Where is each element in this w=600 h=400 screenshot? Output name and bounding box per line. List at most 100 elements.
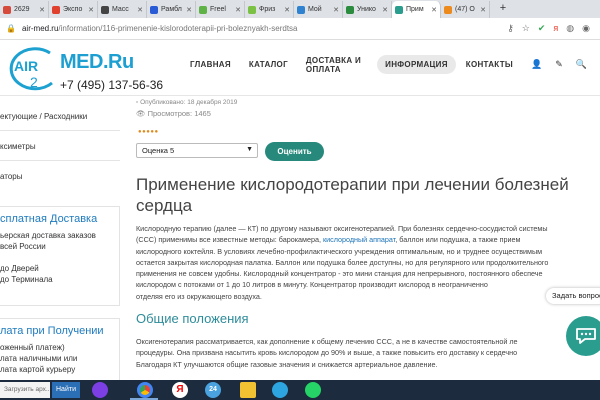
main-nav: ГЛАВНАЯ КАТАЛОГ ДОСТАВКА И ОПЛАТА ИНФОРМ… xyxy=(190,55,600,74)
address-bar-icons: ⚷ ☆ ✔ я ◍ ◉ xyxy=(507,23,590,34)
tab-favicon-icon xyxy=(444,5,452,14)
logo-air-text: AIR xyxy=(14,58,39,74)
url-text[interactable]: air-med.ru/information/116-primenenie-ki… xyxy=(22,24,298,33)
alice-icon[interactable] xyxy=(92,382,108,398)
yandex-icon[interactable]: я xyxy=(553,23,558,34)
taskbar-find-button[interactable]: Найти xyxy=(52,382,80,398)
sidebar-item-generators[interactable]: аторы xyxy=(0,172,23,181)
close-icon[interactable]: ✕ xyxy=(480,6,486,14)
tab-favicon-icon xyxy=(3,5,11,14)
cash-on-delivery-box: лата при Получении оженный платеж) лата … xyxy=(0,318,120,388)
article-title: Применение кислородотерапии при лечении … xyxy=(136,175,569,215)
nav-catalog[interactable]: КАТАЛОГ xyxy=(249,60,288,69)
close-icon[interactable]: ✕ xyxy=(137,6,143,14)
phone-number[interactable]: +7 (495) 137-56-36 xyxy=(60,78,163,92)
browser-tab[interactable]: Мой ✕ xyxy=(294,1,343,18)
extension-icon[interactable]: ◍ xyxy=(566,23,574,34)
free-delivery-box: сплатная Доставка ьерская доставка заказ… xyxy=(0,206,120,306)
nav-contacts[interactable]: КОНТАКТЫ xyxy=(466,60,513,69)
extension-check-icon[interactable]: ✔ xyxy=(538,23,546,34)
rating-stars[interactable]: ●●●●● xyxy=(138,129,159,135)
key-icon[interactable]: ⚷ xyxy=(507,23,514,34)
taskbar-search-input[interactable]: Загрузить арх... xyxy=(0,382,50,398)
free-delivery-line: ьерская доставка заказов xyxy=(0,231,96,240)
edit-icon[interactable]: ✎ xyxy=(555,59,563,70)
chrome-icon[interactable] xyxy=(137,382,153,398)
cash-on-delivery-title: лата при Получении xyxy=(0,325,104,337)
oxygen-device-link[interactable]: кислородный аппарат xyxy=(323,235,395,244)
tab-favicon-icon xyxy=(52,5,60,14)
chevron-down-icon: ▼ xyxy=(246,146,253,153)
browser-tab[interactable]: Экспо ✕ xyxy=(49,1,98,18)
browser-tab[interactable]: 2629 ✕ xyxy=(0,1,49,18)
tab-favicon-icon xyxy=(248,5,256,14)
tab-favicon-icon xyxy=(395,5,403,14)
tab-favicon-icon xyxy=(346,5,354,14)
browser-tab[interactable]: Масс ✕ xyxy=(98,1,147,18)
rate-button[interactable]: Оценить xyxy=(265,142,324,161)
tab-favicon-icon xyxy=(199,5,207,14)
tab-favicon-icon xyxy=(101,5,109,14)
free-delivery-title: сплатная Доставка xyxy=(0,213,98,225)
close-icon[interactable]: ✕ xyxy=(431,6,437,14)
cash-on-delivery-line: оженный платеж) xyxy=(0,343,65,352)
new-tab-button[interactable]: + xyxy=(496,2,510,16)
nav-delivery[interactable]: ДОСТАВКА И ОПЛАТА xyxy=(306,56,367,74)
paragraph-general: Оксигенотерапия рассматривается, как доп… xyxy=(136,337,518,369)
logo-med-text[interactable]: MED.Ru xyxy=(60,51,134,74)
sidebar-divider xyxy=(0,160,120,161)
ask-question-button[interactable]: Задать вопрос xyxy=(546,288,600,304)
article-content: ▫ Опубликовано: 18 декабря 2019 👁 Просмо… xyxy=(136,96,600,380)
telegram-icon[interactable] xyxy=(272,382,288,398)
close-icon[interactable]: ✕ xyxy=(235,6,241,14)
calendar-icon: ▫ xyxy=(136,99,139,106)
whatsapp-icon[interactable] xyxy=(305,382,321,398)
lock-icon: 🔒 xyxy=(6,24,16,33)
tab-favicon-icon xyxy=(150,5,158,14)
address-bar[interactable]: 🔒 air-med.ru/information/116-primenenie-… xyxy=(0,18,600,40)
publish-date: ▫ Опубликовано: 18 декабря 2019 xyxy=(136,99,238,106)
browser-tab[interactable]: (47) O ✕ xyxy=(441,1,490,18)
free-delivery-line: до Дверей xyxy=(0,264,39,273)
taskbar: Загрузить арх... Найти Я 24 xyxy=(0,380,600,400)
yandex-browser-icon[interactable]: Я xyxy=(172,382,188,398)
sidebar-item-oximeters[interactable]: ксиметры xyxy=(0,142,36,151)
app-badge-icon[interactable]: 24 xyxy=(205,382,221,398)
chat-button[interactable] xyxy=(566,316,600,356)
sidebar-item-accessories[interactable]: ектующие / Расходники xyxy=(0,112,87,121)
browser-tab-active[interactable]: Прим ✕ xyxy=(392,1,441,18)
nav-home[interactable]: ГЛАВНАЯ xyxy=(190,60,231,69)
view-count: 👁 Просмотров: 1465 xyxy=(136,109,211,118)
user-icon[interactable]: 👤 xyxy=(531,59,542,70)
browser-tab-strip: 2629 ✕ Экспо ✕ Масс ✕ Рамбл ✕ Freel ✕ Фриз ✕ М… xyxy=(0,0,600,18)
close-icon[interactable]: ✕ xyxy=(382,6,388,14)
cash-on-delivery-line: лата картой курьеру xyxy=(0,365,76,374)
close-icon[interactable]: ✕ xyxy=(186,6,192,14)
browser-tab[interactable]: Рамбл ✕ xyxy=(147,1,196,18)
search-icon[interactable]: 🔍 xyxy=(576,59,587,70)
rating-select[interactable]: Оценка 5 ▼ xyxy=(136,143,258,158)
free-delivery-line: до Терминала xyxy=(0,275,53,284)
browser-tab[interactable]: Фриз ✕ xyxy=(245,1,294,18)
free-delivery-line: всей России xyxy=(0,242,46,251)
section-heading: Общие положения xyxy=(136,311,249,326)
chat-bubble-icon xyxy=(576,328,596,344)
sidebar-divider xyxy=(0,130,120,131)
tab-favicon-icon xyxy=(297,5,305,14)
paragraph-intro: Кислородную терапию (далее — КТ) по друг… xyxy=(136,224,549,301)
cash-on-delivery-line: лата наличными или xyxy=(0,354,78,363)
close-icon[interactable]: ✕ xyxy=(39,6,45,14)
site-logo[interactable]: 2 AIR xyxy=(0,45,56,91)
folder-icon[interactable] xyxy=(240,382,256,398)
close-icon[interactable]: ✕ xyxy=(333,6,339,14)
browser-tab[interactable]: Унико ✕ xyxy=(343,1,392,18)
profile-icon[interactable]: ◉ xyxy=(582,23,590,34)
eye-icon: 👁 xyxy=(136,109,146,118)
browser-tab[interactable]: Freel ✕ xyxy=(196,1,245,18)
nav-information[interactable]: ИНФОРМАЦИЯ xyxy=(377,55,456,74)
sidebar: ектующие / Расходники ксиметры аторы спл… xyxy=(0,96,126,388)
svg-text:2: 2 xyxy=(30,74,38,90)
close-icon[interactable]: ✕ xyxy=(284,6,290,14)
close-icon[interactable]: ✕ xyxy=(88,6,94,14)
star-icon[interactable]: ☆ xyxy=(522,23,530,34)
